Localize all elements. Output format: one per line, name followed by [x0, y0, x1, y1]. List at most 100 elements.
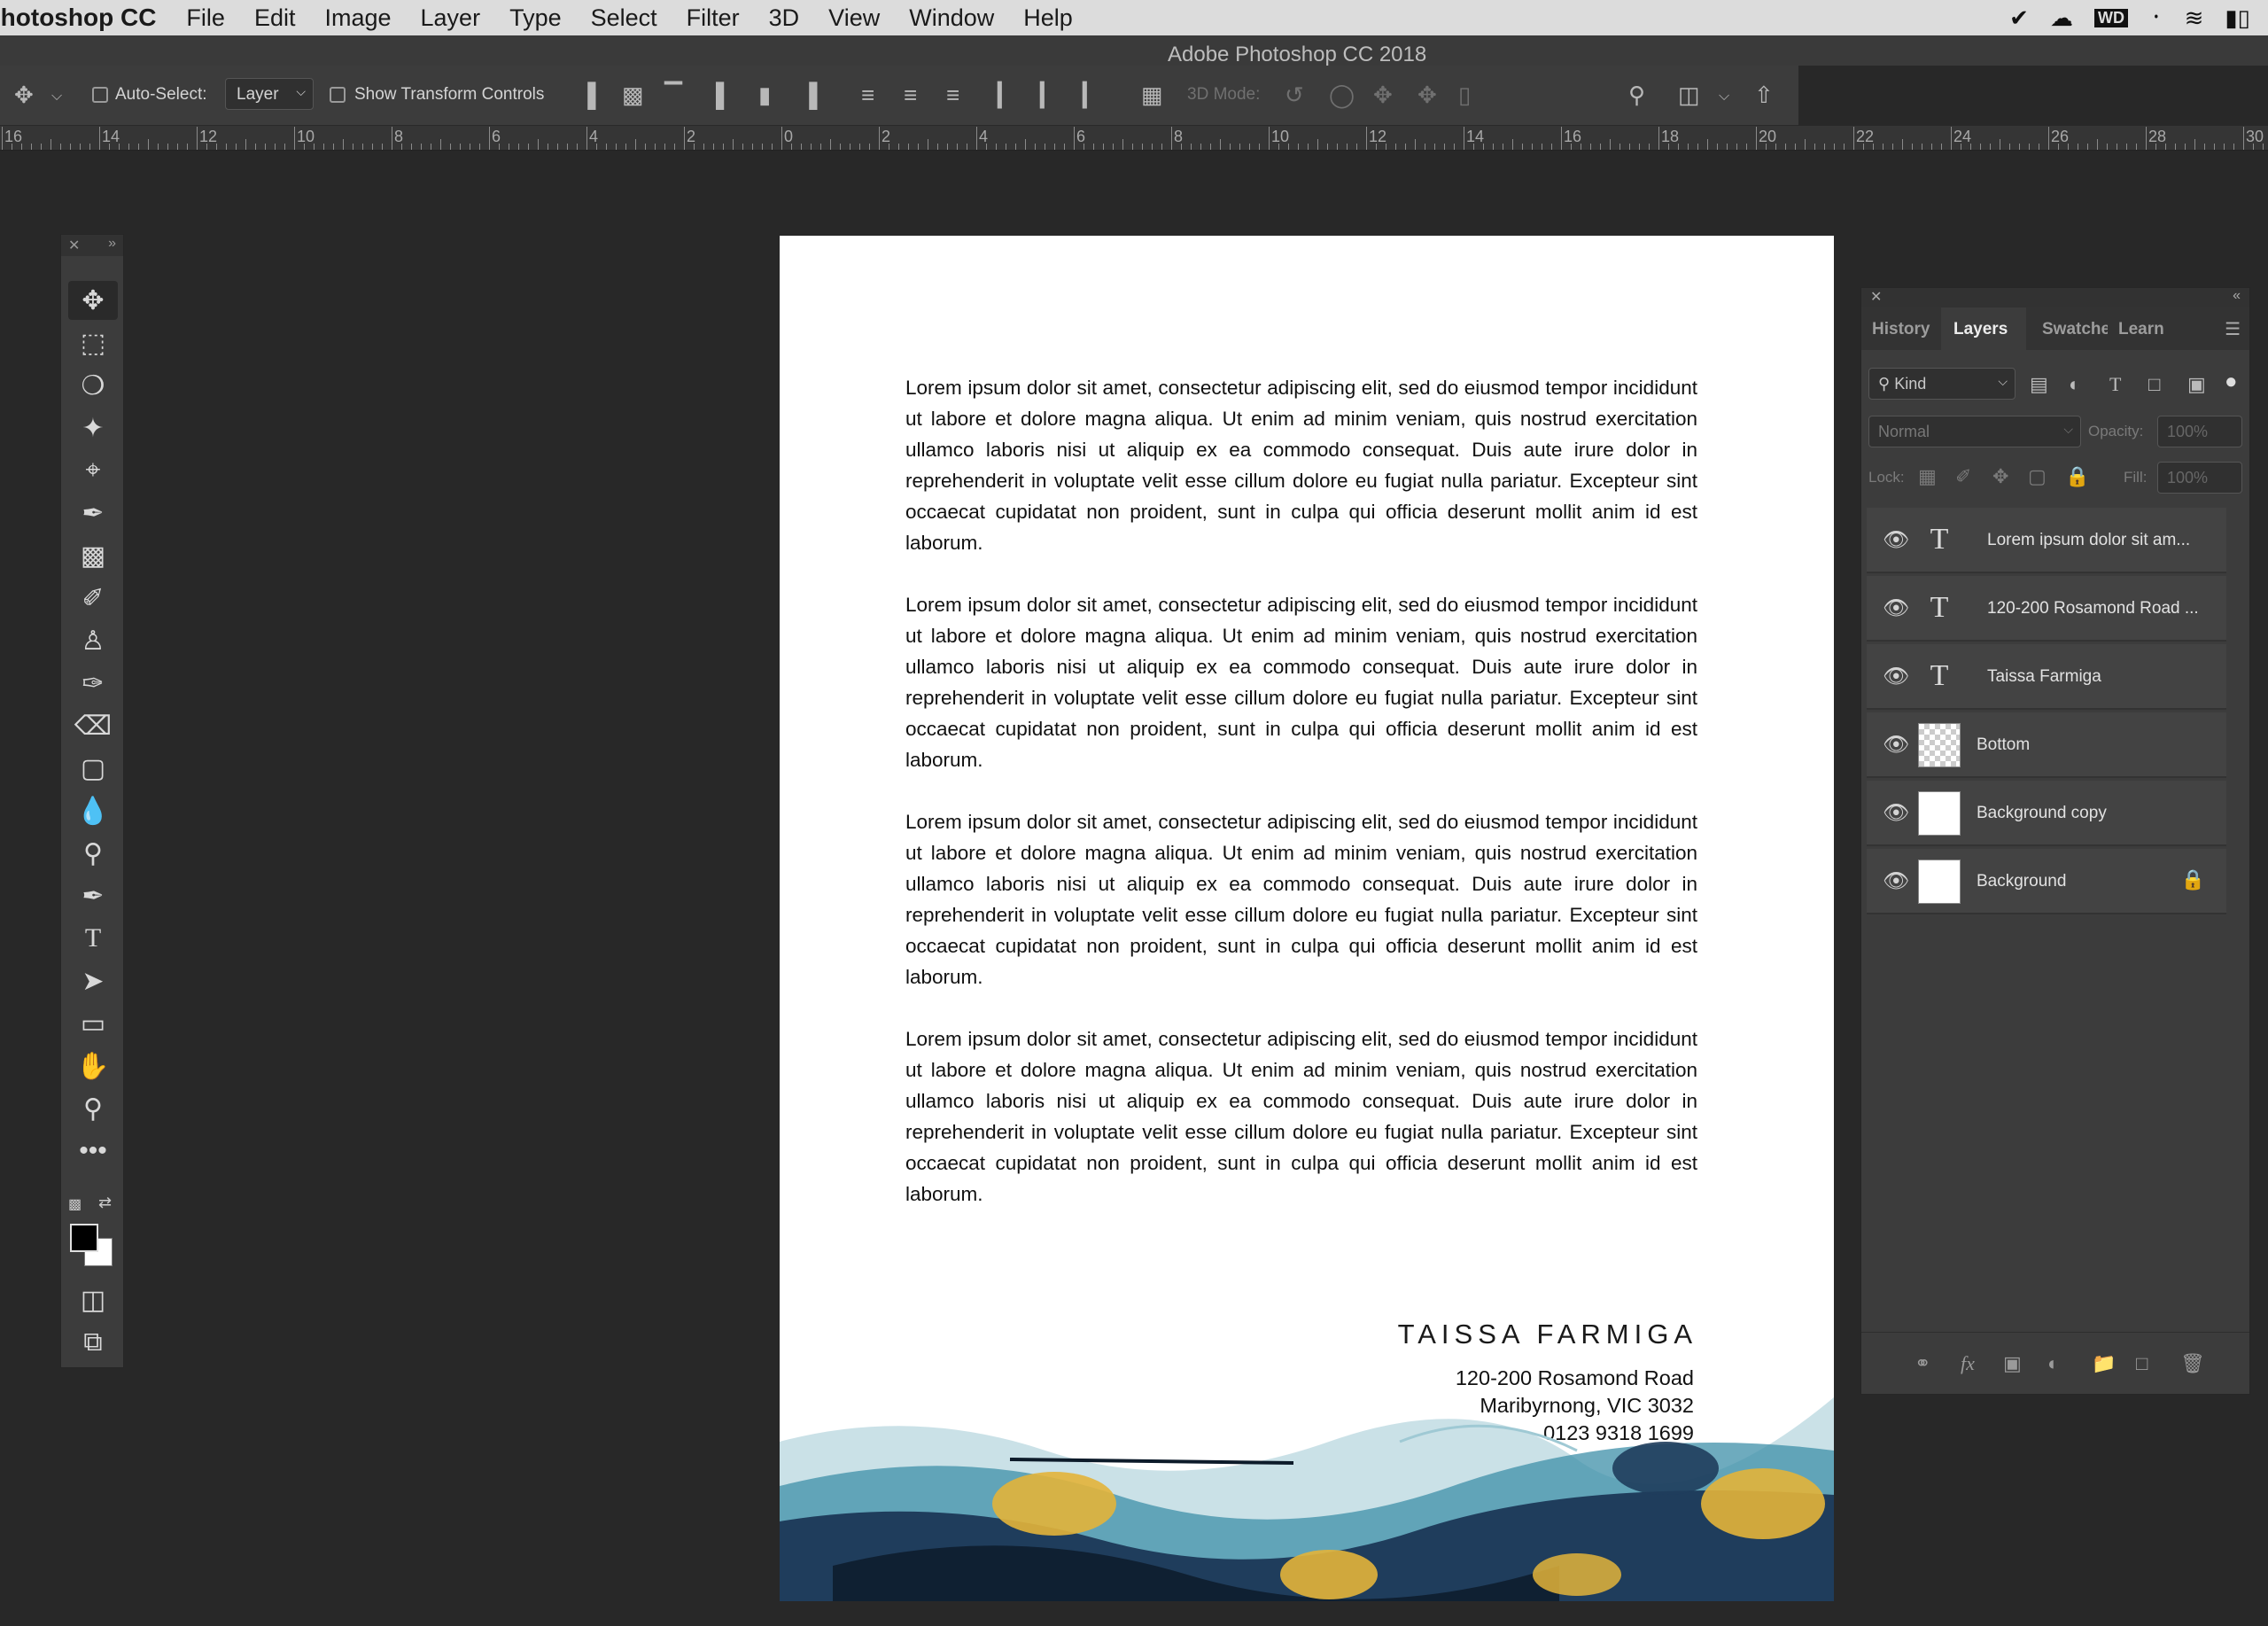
collapse-icon[interactable]: « [2233, 288, 2241, 304]
mask-icon[interactable]: ▣ [2003, 1352, 2022, 1375]
close-icon[interactable]: ✕ [1870, 288, 1882, 306]
swap-colors-icon[interactable]: ⇄ [98, 1194, 112, 1212]
eye-icon[interactable]: 👁 [1883, 800, 1909, 826]
auto-select-dropdown[interactable]: Layer ⌵ [225, 78, 314, 110]
search-icon[interactable]: ⚲ [1628, 82, 1645, 109]
fx-icon[interactable]: fx [1961, 1352, 1975, 1375]
menu-window[interactable]: Window [909, 4, 994, 32]
lasso-tool[interactable]: ❍ [68, 366, 118, 405]
history-brush-tool[interactable]: ✑ [68, 664, 118, 703]
eye-icon[interactable]: 👁 [1883, 868, 1909, 894]
menu-filter[interactable]: Filter [687, 4, 740, 32]
lock-icon[interactable]: 🔒 [2181, 868, 2205, 891]
lock-artboard-icon[interactable]: ▢ [2028, 465, 2047, 488]
align-left-icon[interactable]: ▌ [716, 82, 732, 109]
stamp-tool[interactable]: ♙ [68, 621, 118, 660]
gradient-tool[interactable]: ▢ [68, 749, 118, 788]
menu-type[interactable]: Type [509, 4, 562, 32]
screen-mode-button[interactable]: ⧉ [68, 1323, 118, 1362]
hand-tool[interactable]: ✋ [68, 1046, 118, 1085]
layer-row[interactable]: 👁 Background copy [1867, 781, 2226, 846]
distribute-right-icon[interactable]: ▎ [1083, 82, 1100, 109]
trash-icon[interactable]: 🗑 [2180, 1352, 2205, 1375]
layer-row[interactable]: 👁 T Taissa Farmiga [1867, 644, 2226, 710]
link-icon[interactable]: ⚭ [1915, 1352, 1930, 1375]
align-vcenter-icon[interactable]: ▩ [622, 82, 644, 109]
eye-icon[interactable]: 👁 [1883, 664, 1909, 689]
folder-icon[interactable]: 📁 [2092, 1352, 2116, 1375]
fill-field[interactable]: 100% [2157, 462, 2242, 494]
zoom-tool[interactable]: ⚲ [68, 1089, 118, 1128]
opacity-field[interactable]: 100% [2157, 416, 2242, 447]
distribute-vcenter-icon[interactable]: ≡ [904, 82, 917, 109]
default-colors-icon[interactable]: ▩ [68, 1195, 82, 1213]
move-tool[interactable]: ✥ [68, 281, 118, 320]
3d-slide-icon[interactable]: ✥ [1418, 82, 1437, 109]
layer-row[interactable]: 👁 Background 🔒 [1867, 849, 2226, 914]
filter-type-icon[interactable]: T [2109, 373, 2121, 396]
adjustment-layer-icon[interactable]: ◐ [2047, 1352, 2059, 1375]
more-tools[interactable]: ••• [68, 1132, 118, 1171]
pen-tool[interactable]: ✒ [68, 876, 118, 915]
chevron-down-icon[interactable]: ⌵ [1719, 89, 1729, 105]
blur-tool[interactable]: 💧 [68, 791, 118, 830]
share-icon[interactable]: ⇧ [1754, 82, 1774, 109]
lock-all-icon[interactable]: 🔒 [2065, 465, 2089, 488]
new-layer-icon[interactable]: □ [2136, 1352, 2148, 1375]
document-canvas[interactable]: Lorem ipsum dolor sit amet, consectetur … [780, 236, 1834, 1601]
healing-tool[interactable]: ▩ [68, 536, 118, 575]
foreground-color-swatch[interactable] [70, 1224, 98, 1252]
tab-layers[interactable]: Layers [1941, 307, 2026, 350]
battery-icon[interactable]: ▮▯ [2225, 4, 2250, 32]
show-transform-checkbox[interactable] [330, 87, 346, 103]
eraser-tool[interactable]: ⌫ [68, 706, 118, 745]
bluetooth-icon[interactable]: ᛫ [2149, 4, 2163, 32]
expand-icon[interactable]: » [108, 236, 116, 252]
magic-wand-tool[interactable]: ✦ [68, 408, 118, 447]
menu-file[interactable]: File [186, 4, 225, 32]
align-top-icon[interactable]: ▐ [579, 82, 595, 109]
distribute-left-icon[interactable]: ▎ [998, 82, 1015, 109]
move-tool-icon[interactable]: ✥ [14, 82, 34, 109]
checkmark-icon[interactable]: ✔ [2009, 4, 2029, 32]
tab-swatches[interactable]: Swatche [2031, 307, 2108, 350]
filter-smart-object-icon[interactable]: ▣ [2187, 373, 2206, 396]
menu-image[interactable]: Image [324, 4, 391, 32]
quick-mask-button[interactable]: ◫ [68, 1280, 118, 1319]
crop-tool[interactable]: ⌖ [68, 451, 118, 490]
tab-learn[interactable]: Learn [2109, 307, 2171, 350]
filter-toggle-icon[interactable]: ● [2225, 370, 2238, 394]
dodge-tool[interactable]: ⚲ [68, 834, 118, 873]
menu-select[interactable]: Select [591, 4, 657, 32]
menu-edit[interactable]: Edit [254, 4, 296, 32]
filter-adjustment-icon[interactable]: ◐ [2069, 373, 2080, 396]
eyedropper-tool[interactable]: ✒ [68, 494, 118, 533]
workspace-icon[interactable]: ◫ [1678, 82, 1700, 109]
auto-select-checkbox[interactable] [92, 87, 108, 103]
creative-cloud-icon[interactable]: ☁ [2050, 4, 2073, 32]
wifi-icon[interactable]: ≋ [2185, 4, 2204, 32]
menu-layer[interactable]: Layer [421, 4, 481, 32]
close-icon[interactable]: ✕ [68, 237, 80, 254]
distribute-bottom-icon[interactable]: ≡ [946, 82, 959, 109]
filter-pixel-icon[interactable]: ▤ [2030, 373, 2048, 396]
layer-filter-dropdown[interactable]: ⚲ Kind ⌵ [1868, 368, 2016, 400]
3d-pan-icon[interactable]: ✥ [1373, 82, 1393, 109]
eye-icon[interactable]: 👁 [1883, 595, 1909, 621]
auto-align-icon[interactable]: ▦ [1141, 82, 1163, 109]
filter-shape-icon[interactable]: □ [2148, 373, 2160, 396]
align-hcenter-icon[interactable]: ▮ [758, 82, 771, 109]
menu-view[interactable]: View [828, 4, 880, 32]
eye-icon[interactable]: 👁 [1883, 527, 1909, 553]
layer-row[interactable]: 👁 Bottom [1867, 712, 2226, 778]
distribute-hcenter-icon[interactable]: ▎ [1040, 82, 1058, 109]
layer-row[interactable]: 👁 T 120-200 Rosamond Road ... [1867, 576, 2226, 642]
lock-pixels-icon[interactable]: ✐ [1955, 465, 1971, 488]
3d-orbit-icon[interactable]: ↺ [1285, 82, 1304, 109]
panel-menu-icon[interactable]: ☰ [2225, 318, 2241, 340]
app-menu[interactable]: Photoshop CC [0, 4, 156, 32]
3d-camera-icon[interactable]: ▯ [1458, 82, 1471, 109]
brush-tool[interactable]: ✐ [68, 579, 118, 618]
eye-icon[interactable]: 👁 [1883, 732, 1909, 758]
type-tool[interactable]: T [68, 919, 118, 958]
